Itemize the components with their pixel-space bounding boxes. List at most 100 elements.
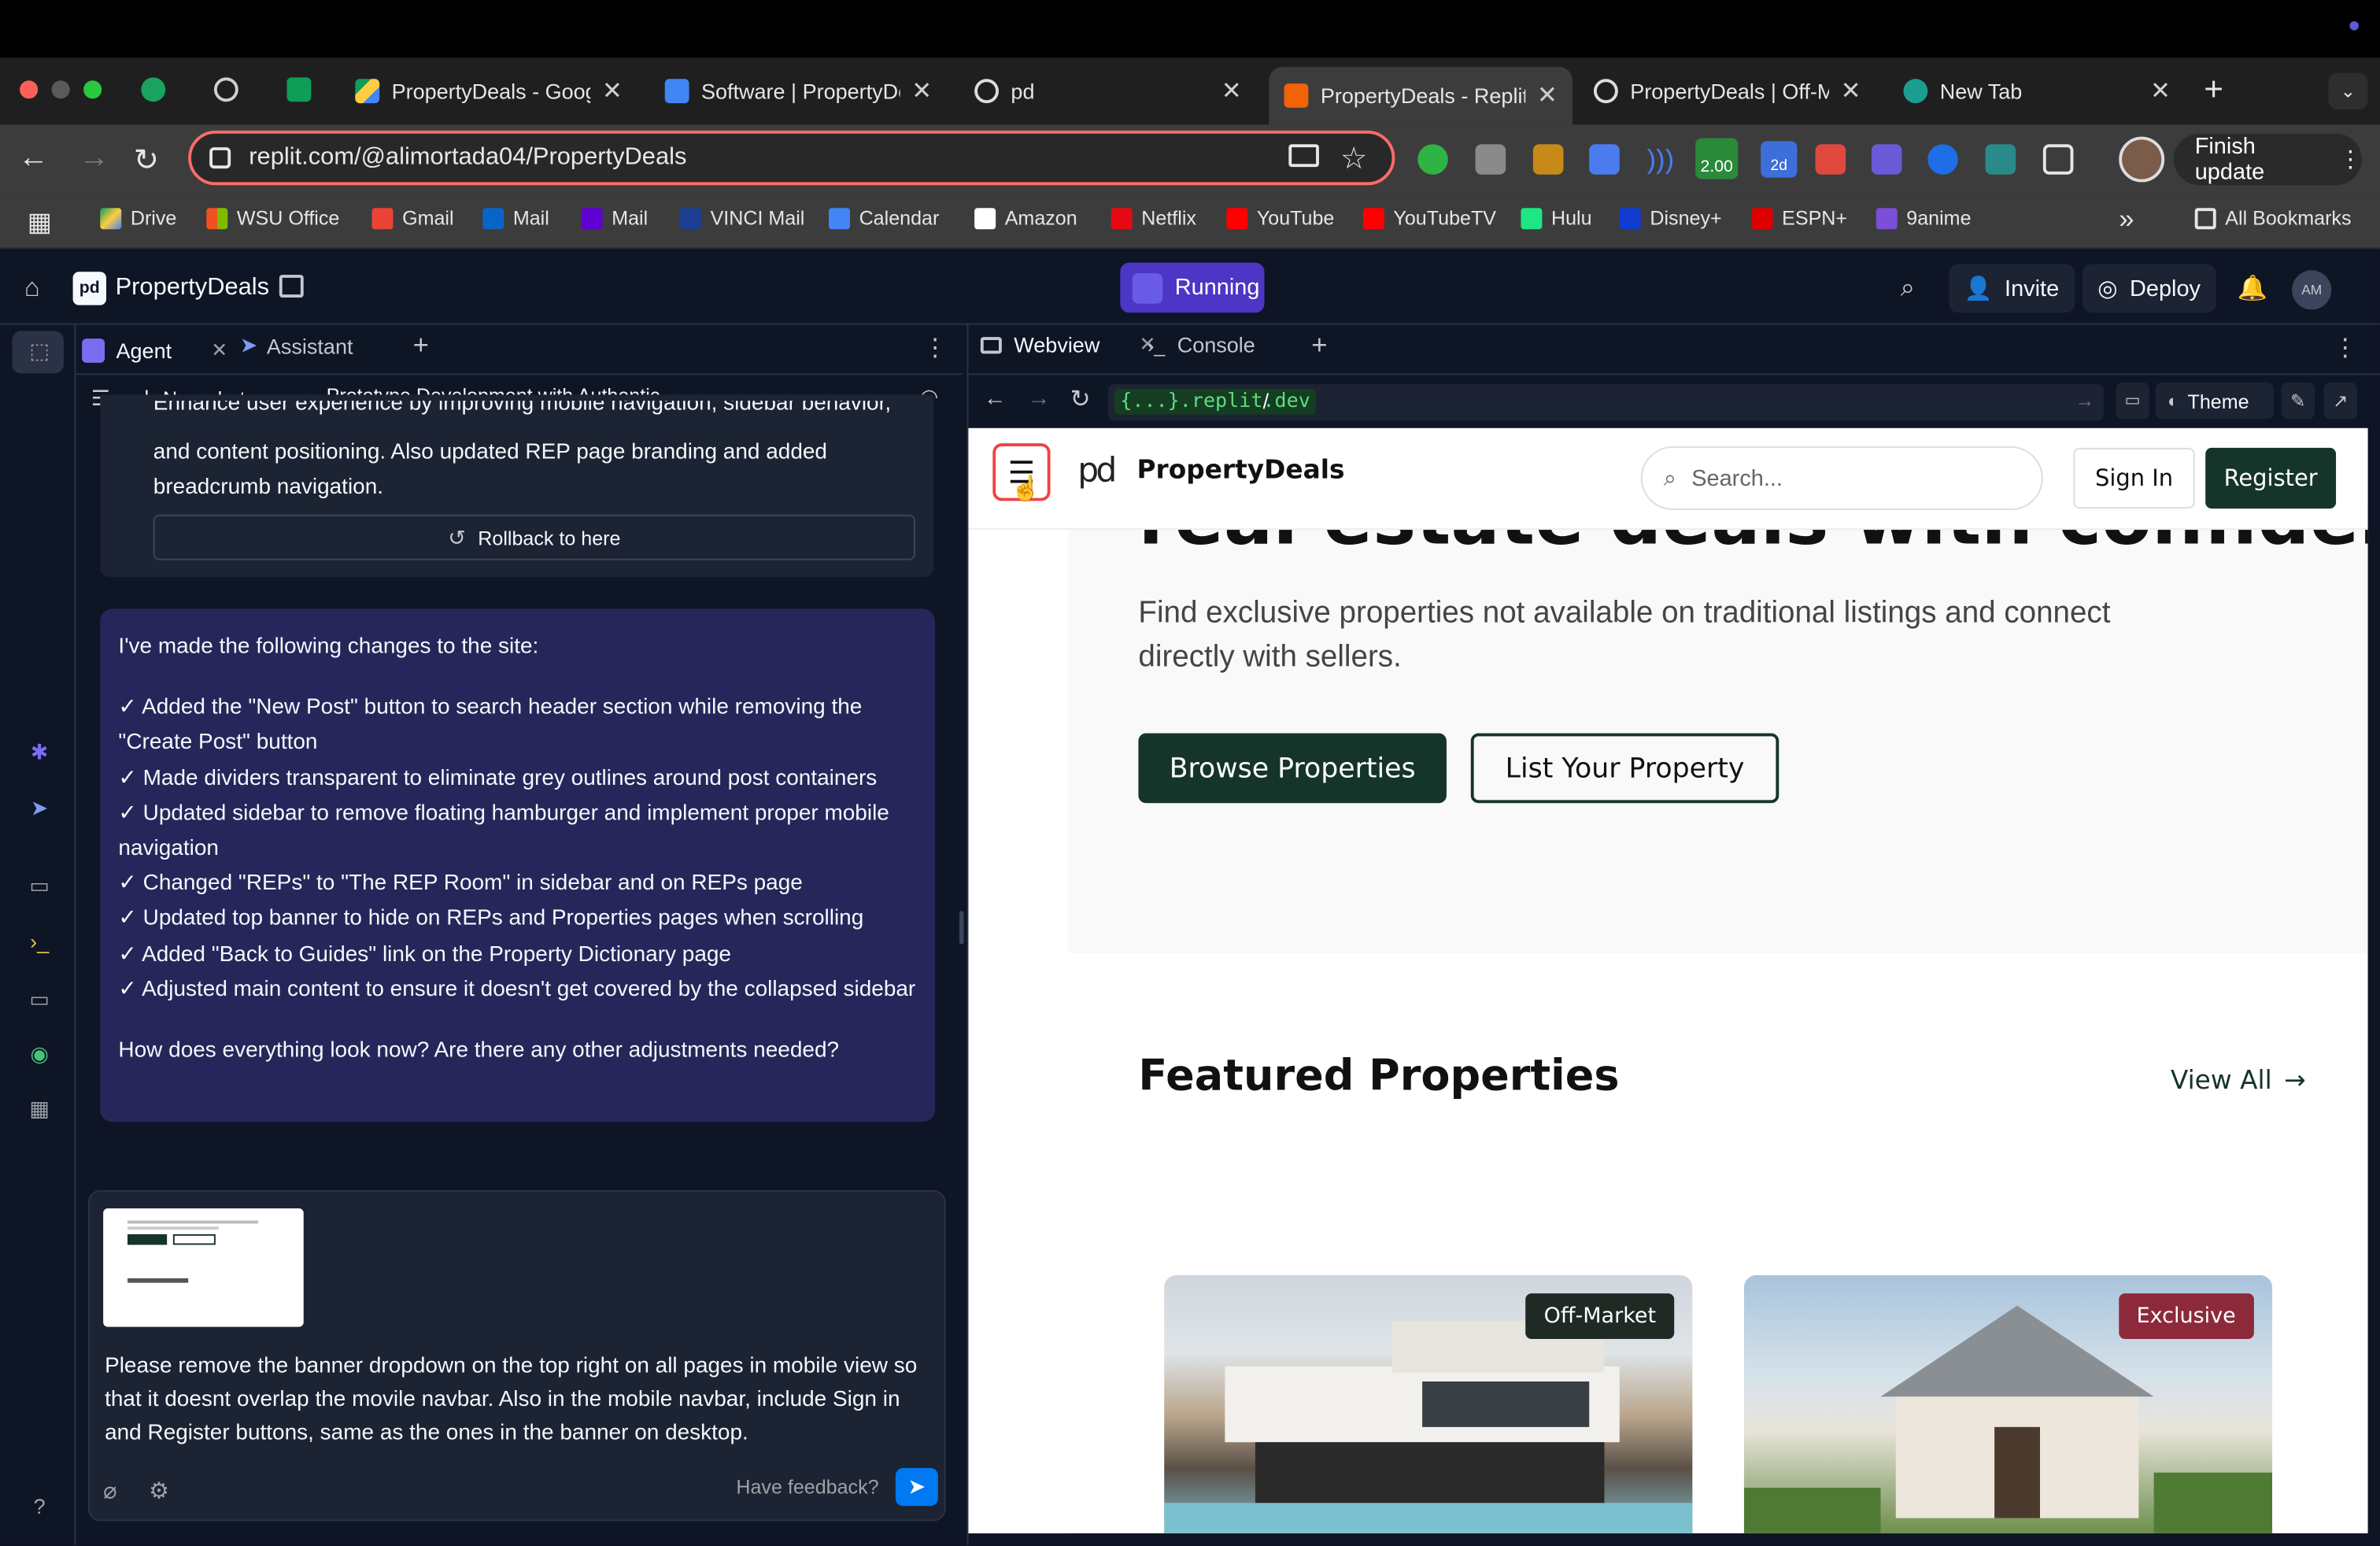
home-icon[interactable]: ⌂ bbox=[24, 273, 40, 304]
close-tab-icon[interactable]: ✕ bbox=[911, 76, 932, 106]
close-tab-icon[interactable]: ✕ bbox=[211, 338, 227, 363]
site-search-input[interactable]: ⌕ Search... bbox=[1640, 446, 2043, 510]
sign-in-button[interactable]: Sign In bbox=[2073, 447, 2195, 509]
install-app-icon[interactable] bbox=[1288, 144, 1319, 168]
add-tab-icon[interactable]: + bbox=[1311, 329, 1327, 361]
close-tab-icon[interactable]: ✕ bbox=[602, 76, 623, 106]
project-info-icon[interactable] bbox=[279, 275, 304, 298]
extension-icon[interactable] bbox=[1475, 144, 1506, 175]
console-tool-icon[interactable]: ›_ bbox=[26, 929, 54, 956]
webview-reload-icon[interactable]: ↻ bbox=[1070, 384, 1091, 415]
calendar-extension-icon[interactable]: 2d bbox=[1761, 141, 1798, 178]
settings-icon[interactable]: ⚙ bbox=[149, 1477, 169, 1504]
webview-tool-icon[interactable]: ▭ bbox=[26, 987, 54, 1015]
browser-tab[interactable]: New Tab ✕ bbox=[1888, 67, 2186, 116]
assistant-tool-icon[interactable]: ➤ bbox=[26, 796, 54, 823]
panel-menu-icon[interactable]: ⋮ bbox=[2333, 332, 2357, 363]
extension-icon[interactable] bbox=[1532, 144, 1564, 175]
bookmark-vinci-mail[interactable]: VINCI Mail bbox=[679, 206, 804, 229]
apps-grid-icon[interactable]: ▦ bbox=[28, 209, 52, 235]
bookmark-gmail[interactable]: Gmail bbox=[371, 206, 454, 229]
send-icon[interactable]: ➤ bbox=[895, 1467, 938, 1507]
tab-search-icon[interactable]: ⌄ bbox=[2328, 72, 2368, 109]
close-tab-icon[interactable]: ✕ bbox=[1221, 76, 1242, 106]
bookmark-9anime[interactable]: 9anime bbox=[1876, 206, 1972, 229]
close-tab-icon[interactable]: ✕ bbox=[2150, 76, 2171, 106]
preview-tool-icon[interactable]: ▭ bbox=[26, 873, 54, 901]
rollback-button[interactable]: ↺ Rollback to here bbox=[153, 514, 915, 560]
bookmark-youtube[interactable]: YouTube bbox=[1226, 206, 1334, 229]
open-new-window-icon[interactable]: ↗ bbox=[2323, 382, 2358, 420]
extension-badge-icon[interactable]: 2.00 bbox=[1695, 138, 1739, 179]
close-window-icon[interactable] bbox=[20, 80, 39, 99]
minimize-window-icon[interactable] bbox=[51, 80, 70, 99]
tab-webview[interactable]: Webview ✕ bbox=[980, 332, 1156, 357]
site-logo-icon[interactable]: pd bbox=[1077, 453, 1117, 490]
view-all-link[interactable]: View All → bbox=[2171, 1066, 2306, 1097]
invite-button[interactable]: 👤 Invite bbox=[1949, 264, 2075, 313]
pinned-tab-icon[interactable] bbox=[141, 77, 166, 102]
address-bar[interactable]: replit.com/@alimortada04/PropertyDeals bbox=[188, 130, 1395, 186]
go-icon[interactable]: → bbox=[2075, 389, 2094, 412]
webview-path[interactable]: / bbox=[1263, 389, 1269, 413]
bookmark-disney[interactable]: Disney+ bbox=[1619, 206, 1722, 229]
devtools-icon[interactable]: ✎ bbox=[2281, 382, 2315, 420]
bookmark-yahoo-mail[interactable]: Mail bbox=[581, 206, 648, 229]
browse-properties-button[interactable]: Browse Properties bbox=[1138, 733, 1447, 804]
webview-back-icon[interactable]: ← bbox=[984, 386, 1007, 412]
agent-tool-icon[interactable]: ✱ bbox=[26, 739, 54, 767]
attached-screenshot-thumbnail[interactable] bbox=[103, 1208, 304, 1327]
feedback-link[interactable]: Have feedback? bbox=[736, 1476, 878, 1499]
theme-button[interactable]: ◐ Theme bbox=[2155, 382, 2274, 420]
bookmark-espn[interactable]: ESPN+ bbox=[1751, 206, 1847, 229]
tab-assistant[interactable]: ➤ Assistant bbox=[240, 332, 353, 358]
more-bookmarks-icon[interactable]: » bbox=[2119, 203, 2134, 235]
bookmark-outlook-mail[interactable]: Mail bbox=[482, 206, 549, 229]
deploy-button[interactable]: ◎ Deploy bbox=[2082, 264, 2216, 313]
attach-icon[interactable]: ⌀ bbox=[103, 1477, 116, 1504]
extension-icon[interactable] bbox=[1417, 144, 1448, 175]
extension-icon[interactable] bbox=[1589, 144, 1620, 175]
bookmark-drive[interactable]: Drive bbox=[100, 206, 176, 229]
site-brand[interactable]: PropertyDeals bbox=[1136, 456, 1344, 486]
resize-handle[interactable] bbox=[959, 911, 964, 945]
close-tab-icon[interactable]: ✕ bbox=[1841, 76, 1861, 106]
bookmark-hulu[interactable]: Hulu bbox=[1521, 206, 1592, 229]
extension-icon[interactable] bbox=[1927, 144, 1958, 175]
all-tools-icon[interactable]: ▦ bbox=[26, 1096, 54, 1123]
device-icon[interactable]: ▭ bbox=[2116, 382, 2149, 420]
add-tab-icon[interactable]: + bbox=[413, 329, 429, 361]
extension-icon[interactable] bbox=[1871, 144, 1902, 175]
search-icon[interactable]: ⌕ bbox=[1901, 273, 1915, 304]
site-info-icon[interactable] bbox=[209, 147, 231, 169]
webview-forward-icon[interactable]: → bbox=[1028, 386, 1051, 412]
bookmark-netflix[interactable]: Netflix bbox=[1111, 206, 1196, 229]
browser-tab-active[interactable]: PropertyDeals - Replit ✕ bbox=[1269, 66, 1572, 125]
browser-tab[interactable]: PropertyDeals | Off-M ✕ bbox=[1579, 67, 1876, 116]
file-explorer-icon[interactable]: ⬚ bbox=[26, 338, 54, 366]
pinned-globe-icon[interactable] bbox=[213, 77, 238, 102]
forward-icon[interactable]: → bbox=[79, 141, 109, 176]
bookmark-calendar[interactable]: Calendar bbox=[828, 206, 939, 229]
pinned-sheets-icon[interactable] bbox=[286, 77, 312, 102]
zoom-window-icon[interactable] bbox=[83, 80, 102, 99]
project-logo-icon[interactable]: pd bbox=[72, 272, 106, 305]
bookmark-wsu-office[interactable]: WSU Office bbox=[206, 206, 339, 229]
finish-update-button[interactable]: Finish update ⋮ bbox=[2173, 133, 2362, 186]
project-name[interactable]: PropertyDeals bbox=[116, 275, 270, 302]
new-tab-icon[interactable]: + bbox=[2204, 70, 2223, 109]
extension-icon[interactable] bbox=[1815, 144, 1846, 175]
property-card[interactable]: Off-Market bbox=[1164, 1274, 1693, 1533]
running-button[interactable]: Running bbox=[1120, 262, 1265, 313]
notifications-icon[interactable]: 🔔 bbox=[2238, 273, 2267, 304]
tab-console[interactable]: ›_ Console bbox=[1148, 332, 1255, 357]
extensions-puzzle-icon[interactable] bbox=[2042, 144, 2074, 175]
bookmark-star-icon[interactable]: ☆ bbox=[1340, 139, 1368, 177]
composer-input[interactable]: Please remove the banner dropdown on the… bbox=[105, 1349, 932, 1449]
property-card[interactable]: Exclusive bbox=[1743, 1274, 2273, 1533]
help-icon[interactable]: ? bbox=[26, 1494, 54, 1522]
tab-agent[interactable]: Agent ✕ bbox=[82, 332, 227, 368]
user-avatar[interactable]: AM bbox=[2292, 270, 2332, 310]
extension-icon[interactable]: ))) bbox=[1646, 144, 1677, 175]
browser-tab[interactable]: pd ✕ bbox=[959, 67, 1257, 116]
